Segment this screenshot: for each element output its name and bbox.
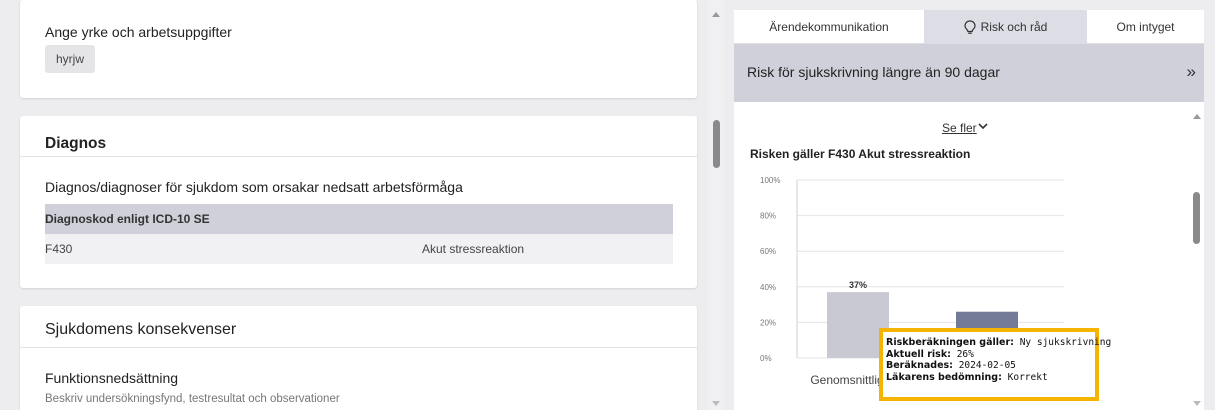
risk-tooltip: Riskberäkningen gäller: Ny sjukskrivning… bbox=[879, 328, 1112, 401]
scroll-up-arrow-icon[interactable] bbox=[1193, 114, 1201, 119]
side-panel-tabs: Ärendekommunikation Risk och råd Om inty… bbox=[734, 10, 1204, 44]
y-tick-label: 0% bbox=[760, 354, 772, 363]
scroll-down-arrow-icon[interactable] bbox=[712, 401, 720, 406]
tooltip-line: Beräknades: 2024-02-05 bbox=[886, 360, 1016, 371]
table-row: F430 Akut stressreaktion bbox=[45, 234, 673, 264]
y-tick-label: 20% bbox=[760, 318, 776, 327]
tooltip-line: Riskberäkningen gäller: Ny sjukskrivning bbox=[886, 337, 1112, 348]
certificate-form-pane: Ange yrke och arbetsuppgifter hyrjw Diag… bbox=[0, 0, 708, 410]
y-tick-label: 40% bbox=[760, 283, 776, 292]
diagnosis-description-cell: Akut stressreaktion bbox=[422, 242, 525, 256]
occupation-card: Ange yrke och arbetsuppgifter hyrjw bbox=[20, 0, 697, 98]
risk-panel-scrollbar[interactable] bbox=[1190, 102, 1204, 410]
risk-header: Risk för sjukskrivning längre än 90 daga… bbox=[734, 44, 1204, 102]
tab-arendekommunikation[interactable]: Ärendekommunikation bbox=[734, 10, 924, 44]
tab-label: Ärendekommunikation bbox=[769, 20, 889, 34]
see-more-link[interactable]: Se fler bbox=[942, 121, 977, 135]
function-impairment-hint: Beskriv undersökningsfynd, testresultat … bbox=[45, 393, 340, 405]
occupation-label: Ange yrke och arbetsuppgifter bbox=[45, 24, 232, 40]
side-panel: Ärendekommunikation Risk och råd Om inty… bbox=[724, 0, 1215, 410]
diagnosis-title: Diagnos bbox=[45, 135, 107, 152]
tooltip-line: Aktuell risk: 26% bbox=[886, 348, 974, 360]
side-panel-content: Ärendekommunikation Risk och råd Om inty… bbox=[734, 10, 1204, 410]
diagnosis-table-header-label: Diagnoskod enligt ICD-10 SE bbox=[45, 212, 210, 226]
diagnosis-table-header: Diagnoskod enligt ICD-10 SE bbox=[45, 204, 673, 234]
card-divider bbox=[20, 156, 697, 157]
scrollbar-thumb[interactable] bbox=[1193, 192, 1200, 244]
scrollbar-thumb[interactable] bbox=[713, 120, 720, 168]
left-pane-scrollbar[interactable] bbox=[708, 0, 724, 410]
chevron-down-icon[interactable] bbox=[978, 122, 988, 130]
tab-label: Risk och råd bbox=[980, 20, 1048, 34]
diagnosis-question: Diagnos/diagnoser för sjukdom som orsaka… bbox=[45, 179, 463, 195]
diagnosis-code-cell: F430 bbox=[45, 242, 73, 256]
y-tick-label: 60% bbox=[760, 247, 776, 256]
bar-data-label: 37% bbox=[849, 280, 867, 290]
tooltip-line: Läkarens bedömning: Korrekt bbox=[886, 371, 1048, 383]
tab-risk-och-rad[interactable]: Risk och råd bbox=[924, 10, 1087, 44]
function-impairment-label: Funktionsnedsättning bbox=[45, 370, 179, 386]
diagnosis-card: Diagnos Diagnos/diagnoser för sjukdom so… bbox=[20, 116, 697, 288]
consequences-card: Sjukdomens konsekvenser Funktionsnedsätt… bbox=[20, 306, 697, 410]
scroll-down-arrow-icon[interactable] bbox=[1193, 401, 1201, 406]
collapse-panel-icon[interactable]: » bbox=[1187, 62, 1196, 82]
scroll-up-arrow-icon[interactable] bbox=[712, 12, 720, 17]
risk-body: Se fler Risken gäller F430 Akut stressre… bbox=[734, 102, 1190, 410]
risk-header-title: Risk för sjukskrivning längre än 90 daga… bbox=[747, 64, 1000, 80]
risk-diagnosis-subtitle: Risken gäller F430 Akut stressreaktion bbox=[750, 147, 971, 161]
card-divider bbox=[20, 347, 697, 348]
consequences-title: Sjukdomens konsekvenser bbox=[45, 321, 237, 338]
lightbulb-icon bbox=[964, 19, 976, 34]
tab-om-intyget[interactable]: Om intyget bbox=[1087, 10, 1204, 44]
occupation-value-chip: hyrjw bbox=[45, 45, 96, 73]
y-tick-label: 80% bbox=[760, 212, 776, 221]
tab-label: Om intyget bbox=[1116, 20, 1175, 34]
y-tick-label: 100% bbox=[760, 176, 780, 185]
